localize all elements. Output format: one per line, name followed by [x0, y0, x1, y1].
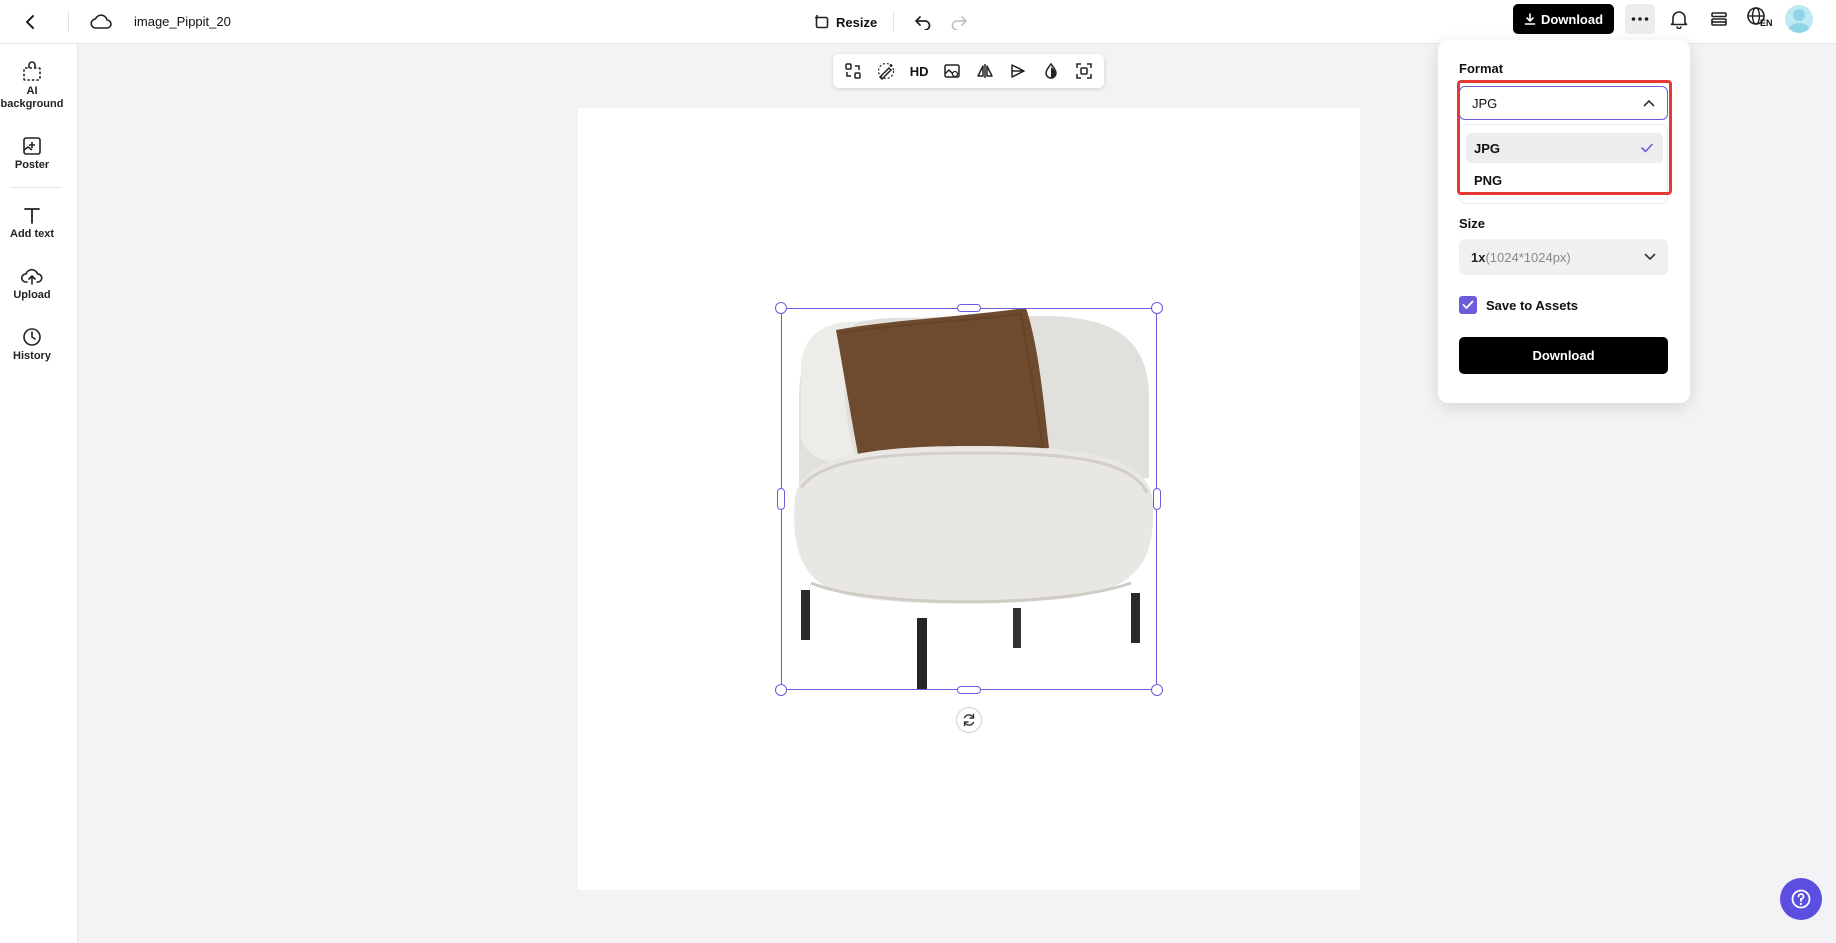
divider — [10, 187, 62, 188]
sidebar-item-label: AI background — [0, 85, 64, 110]
chevron-down-icon — [1644, 253, 1656, 261]
top-bar: image_Pippit_20 Resize Download EN — [0, 0, 1836, 44]
help-icon[interactable] — [1780, 878, 1822, 920]
upload-icon — [21, 268, 43, 285]
save-to-assets-label: Save to Assets — [1486, 297, 1579, 313]
focus-icon[interactable] — [1071, 58, 1097, 84]
redo-icon[interactable] — [948, 6, 970, 38]
top-download-label: Download — [1540, 11, 1604, 27]
divider — [893, 12, 894, 32]
resize-button[interactable]: Resize — [814, 8, 877, 36]
send-icon[interactable] — [1005, 58, 1031, 84]
retouch-icon[interactable] — [873, 58, 899, 84]
text-icon — [24, 208, 40, 224]
layers-icon[interactable] — [1708, 6, 1730, 32]
avatar[interactable] — [1785, 5, 1813, 33]
undo-icon[interactable] — [912, 6, 934, 38]
selection-frame — [781, 308, 1157, 690]
replace-icon[interactable] — [840, 58, 866, 84]
size-dimensions: (1024*1024px) — [1485, 249, 1571, 265]
top-download-button[interactable]: Download — [1513, 4, 1614, 34]
image-edit-icon[interactable] — [939, 58, 965, 84]
save-to-assets-checkbox[interactable] — [1459, 296, 1477, 314]
format-label: Format — [1459, 61, 1504, 76]
resize-icon — [815, 15, 829, 29]
resize-handle-right[interactable] — [1153, 488, 1161, 510]
save-to-assets-row[interactable]: Save to Assets — [1459, 296, 1578, 314]
sidebar-item-upload[interactable]: Upload — [0, 266, 64, 302]
resize-handle-top-right[interactable] — [1151, 302, 1163, 314]
sidebar-item-ai-background[interactable]: AI background — [0, 60, 64, 111]
size-select[interactable]: 1x(1024*1024px) — [1459, 239, 1668, 275]
sidebar-item-history[interactable]: History — [0, 327, 64, 363]
size-label: Size — [1459, 216, 1486, 231]
file-name[interactable]: image_Pippit_20 — [134, 10, 231, 34]
ai-background-icon — [23, 61, 41, 81]
history-icon — [23, 328, 41, 346]
checkmark-icon — [1462, 300, 1474, 309]
left-sidebar: AI background Poster Add text Upload His… — [0, 44, 78, 943]
resize-handle-bottom[interactable] — [957, 686, 981, 694]
image-toolbar: HD — [833, 54, 1104, 88]
resize-label: Resize — [836, 14, 878, 30]
more-options-icon[interactable] — [1625, 4, 1655, 34]
sidebar-item-label: Upload — [13, 289, 51, 301]
sidebar-item-label: Add text — [10, 228, 54, 240]
notification-bell-icon[interactable] — [1668, 6, 1690, 32]
size-value: 1x — [1471, 249, 1486, 265]
sidebar-item-poster[interactable]: Poster — [0, 136, 64, 172]
cloud-save-icon[interactable] — [88, 6, 114, 38]
poster-icon — [23, 137, 41, 155]
sidebar-item-label: Poster — [14, 159, 50, 171]
highlight-annotation — [1457, 80, 1672, 195]
resize-handle-bottom-left[interactable] — [775, 684, 787, 696]
divider — [68, 12, 69, 32]
language-code: EN — [1760, 18, 1773, 28]
sidebar-item-add-text[interactable]: Add text — [0, 205, 64, 241]
back-icon[interactable] — [18, 6, 42, 38]
download-icon — [1524, 13, 1536, 25]
resize-handle-top[interactable] — [957, 304, 981, 312]
resize-handle-left[interactable] — [777, 488, 785, 510]
color-drop-icon[interactable] — [1038, 58, 1064, 84]
sidebar-item-label: History — [13, 350, 51, 362]
rotate-icon[interactable] — [956, 707, 982, 733]
flip-icon[interactable] — [972, 58, 998, 84]
language-switcher[interactable]: EN — [1746, 6, 1776, 34]
resize-handle-bottom-right[interactable] — [1151, 684, 1163, 696]
hd-button[interactable]: HD — [906, 58, 932, 84]
download-button[interactable]: Download — [1459, 337, 1668, 374]
resize-handle-top-left[interactable] — [775, 302, 787, 314]
